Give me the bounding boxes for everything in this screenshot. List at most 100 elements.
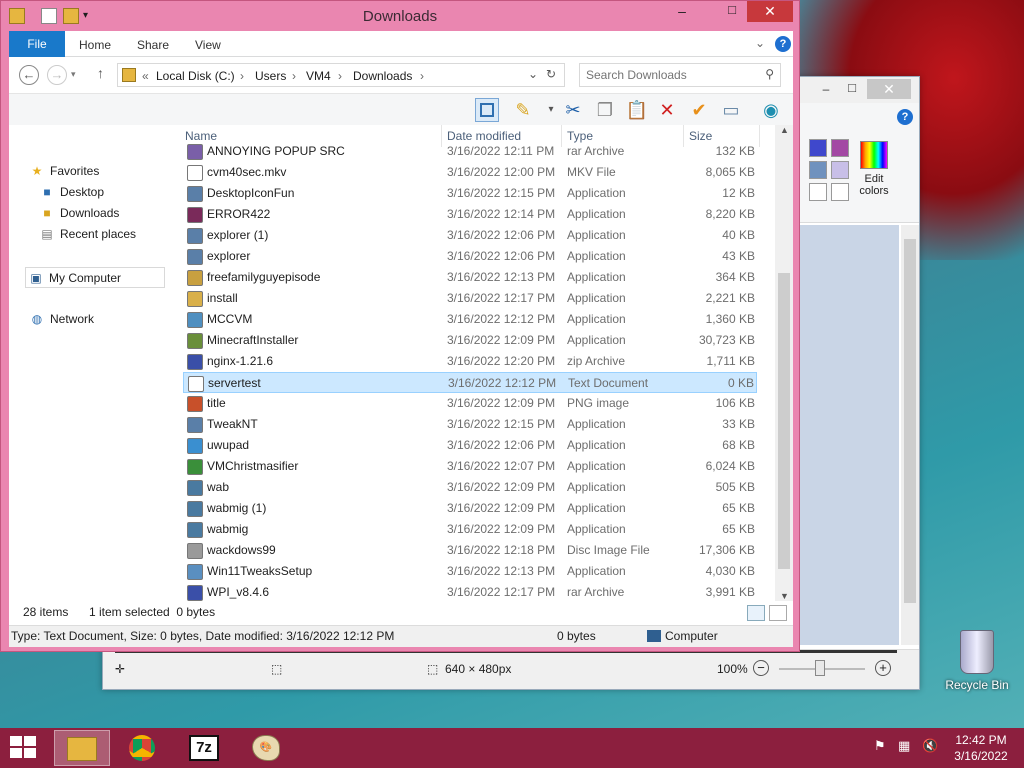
rename-icon[interactable]: ▭ (719, 98, 743, 122)
file-row[interactable]: wackdows99 3/16/2022 12:18 PM Disc Image F… (183, 540, 757, 561)
folder-options-icon[interactable]: ✎ (511, 98, 535, 122)
file-row[interactable]: wab 3/16/2022 12:09 PM Application 505 KB (183, 477, 757, 498)
file-row[interactable]: freefamilyguyepisode 3/16/2022 12:13 PM Ap… (183, 267, 757, 288)
scroll-down-icon[interactable]: ▼ (780, 591, 789, 601)
search-box[interactable]: ⚲ (579, 63, 781, 87)
refresh-icon[interactable]: ↻ (546, 67, 556, 81)
check-icon[interactable]: ✔ (687, 98, 711, 122)
edit-colors-button[interactable]: Edit colors (851, 135, 897, 219)
cut-icon[interactable]: ✂ (561, 98, 585, 122)
action-center-icon[interactable]: ⚑ (874, 738, 886, 754)
close-button[interactable]: ✕ (747, 1, 793, 22)
volume-muted-icon[interactable]: 🔇 (922, 738, 938, 754)
color-swatch[interactable] (809, 161, 827, 179)
nav-my-computer[interactable]: ▣ My Computer (25, 267, 165, 288)
nav-favorites[interactable]: ★ Favorites (29, 161, 100, 182)
file-row[interactable]: wabmig 3/16/2022 12:09 PM Application 65 KB (183, 519, 757, 540)
tab-file[interactable]: File (9, 31, 65, 57)
chevron-down-icon[interactable]: ⌄ (755, 36, 765, 50)
taskbar-file-explorer[interactable] (54, 730, 110, 766)
copy-icon[interactable]: ❐ (593, 98, 617, 122)
color-swatch[interactable] (809, 139, 827, 157)
breadcrumb-overflow[interactable]: « (142, 69, 149, 83)
breadcrumb-item[interactable]: VM4 (306, 69, 331, 83)
network-icon[interactable]: ▦ (898, 738, 910, 754)
nav-desktop[interactable]: ■ Desktop (39, 182, 104, 203)
file-row[interactable]: VMChristmasifier 3/16/2022 12:07 PM Applic… (183, 456, 757, 477)
file-row[interactable]: install 3/16/2022 12:17 PM Application 2,22… (183, 288, 757, 309)
delete-icon[interactable]: ✕ (655, 98, 679, 122)
paint-scrollbar[interactable] (901, 225, 919, 645)
color-swatch[interactable] (809, 183, 827, 201)
maximize-button[interactable]: □ (719, 1, 745, 22)
forward-button[interactable]: → (47, 65, 67, 85)
large-icons-view-button[interactable] (769, 605, 787, 621)
zoom-in-button[interactable]: + (875, 660, 891, 676)
color-swatch[interactable] (831, 139, 849, 157)
chevron-down-icon[interactable]: ▾ (71, 69, 76, 80)
taskbar-paint[interactable]: 🎨 (238, 730, 294, 766)
explorer-titlebar[interactable]: ▾ Downloads – □ ✕ (1, 1, 799, 31)
paste-icon[interactable]: 📋 (625, 98, 649, 122)
chevron-right-icon[interactable]: › (420, 69, 424, 83)
recycle-bin-shortcut[interactable]: Recycle Bin (940, 630, 1014, 692)
file-row[interactable]: servertest 3/16/2022 12:12 PM Text Documen… (183, 372, 757, 393)
paint-maximize-button[interactable]: □ (839, 79, 865, 99)
nav-recent-places[interactable]: ▤ Recent places (39, 224, 136, 245)
file-row[interactable]: DesktopIconFun 3/16/2022 12:15 PM Applicat… (183, 183, 757, 204)
address-bar[interactable]: « Local Disk (C:) › Users › VM4 › Downlo… (117, 63, 565, 87)
file-row[interactable]: wabmig (1) 3/16/2022 12:09 PM Application 6… (183, 498, 757, 519)
details-view-button[interactable] (747, 605, 765, 621)
zoom-out-button[interactable]: − (753, 660, 769, 676)
tab-view[interactable]: View (195, 38, 221, 52)
tab-share[interactable]: Share (137, 38, 169, 52)
preview-pane-icon[interactable] (475, 98, 499, 122)
paint-close-button[interactable]: ✕ (867, 79, 911, 99)
back-button[interactable]: ← (19, 65, 39, 85)
search-icon[interactable]: ⚲ (765, 67, 774, 81)
minimize-button[interactable]: – (669, 1, 695, 22)
column-divider[interactable] (759, 125, 760, 147)
color-swatch[interactable] (831, 183, 849, 201)
taskbar-7zip[interactable]: 7z (176, 730, 232, 766)
file-row[interactable]: ERROR422 3/16/2022 12:14 PM Application 8,2… (183, 204, 757, 225)
color-swatch[interactable] (831, 161, 849, 179)
scroll-thumb[interactable] (778, 273, 790, 569)
nav-network[interactable]: ◍ Network (29, 309, 94, 330)
file-row[interactable]: ANNOYING POPUP SRC 3/16/2022 12:11 PM rar … (183, 141, 757, 162)
taskbar-chrome[interactable] (114, 730, 170, 766)
scroll-up-icon[interactable]: ▲ (780, 125, 789, 135)
paint-minimize-button[interactable]: – (813, 79, 839, 99)
file-row[interactable]: TweakNT 3/16/2022 12:15 PM Application 33 K… (183, 414, 757, 435)
help-icon[interactable]: ? (897, 109, 913, 125)
tab-home[interactable]: Home (79, 38, 111, 52)
search-input[interactable] (586, 67, 756, 83)
properties-icon[interactable]: ◉ (759, 98, 783, 122)
scroll-thumb[interactable] (904, 239, 916, 603)
breadcrumb-item[interactable]: Downloads (353, 69, 412, 83)
file-row[interactable]: MCCVM 3/16/2022 12:12 PM Application 1,360 … (183, 309, 757, 330)
chevron-down-icon[interactable]: ▾ (539, 98, 563, 122)
file-row[interactable]: title 3/16/2022 12:09 PM PNG image 106 KB (183, 393, 757, 414)
chevron-down-icon[interactable]: ⌄ (528, 67, 538, 81)
breadcrumb-item[interactable]: Users (255, 69, 286, 83)
file-row[interactable]: explorer (1) 3/16/2022 12:06 PM Applicatio… (183, 225, 757, 246)
file-list-scrollbar[interactable]: ▲ ▼ (775, 125, 793, 601)
nav-downloads[interactable]: ■ Downloads (39, 203, 119, 224)
file-row[interactable]: cvm40sec.mkv 3/16/2022 12:00 PM MKV File 8,… (183, 162, 757, 183)
clock[interactable]: 12:42 PM 3/16/2022 (942, 732, 1020, 764)
file-row[interactable]: uwupad 3/16/2022 12:06 PM Application 68 KB (183, 435, 757, 456)
file-row[interactable]: explorer 3/16/2022 12:06 PM Application 43 … (183, 246, 757, 267)
chevron-right-icon[interactable]: › (240, 69, 244, 83)
up-arrow-icon[interactable]: ↑ (97, 65, 104, 81)
breadcrumb-item[interactable]: Local Disk (C:) (156, 69, 235, 83)
file-row[interactable]: Win11TweaksSetup 3/16/2022 12:13 PM Applic… (183, 561, 757, 582)
chevron-right-icon[interactable]: › (292, 69, 296, 83)
help-icon[interactable]: ? (775, 36, 791, 52)
zoom-slider-handle[interactable] (815, 660, 825, 676)
start-button[interactable] (10, 736, 38, 760)
file-row[interactable]: MinecraftInstaller 3/16/2022 12:09 PM Appl… (183, 330, 757, 351)
file-row[interactable]: nginx-1.21.6 3/16/2022 12:20 PM zip Archiv… (183, 351, 757, 372)
chevron-right-icon[interactable]: › (338, 69, 342, 83)
file-row[interactable]: WPI_v8.4.6 3/16/2022 12:17 PM rar Archive 3… (183, 582, 757, 601)
